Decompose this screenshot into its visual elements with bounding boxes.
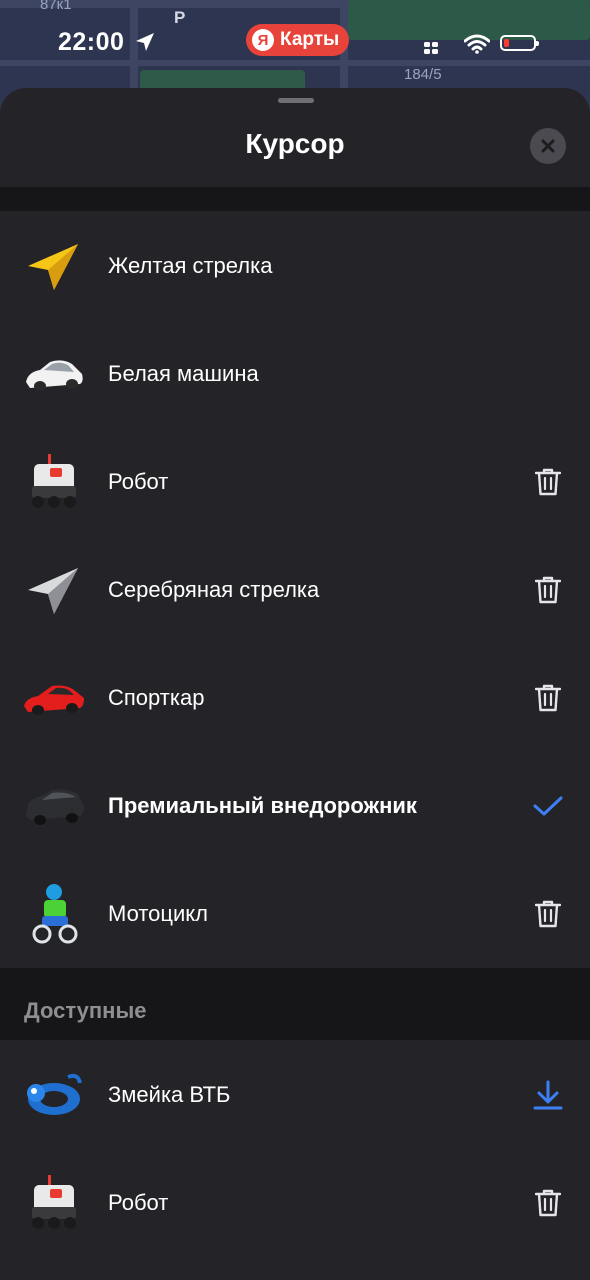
yandex-maps-badge-label: Карты (280, 29, 340, 50)
yellow-arrow-icon (22, 234, 86, 298)
location-arrow-icon (136, 33, 154, 51)
silver-arrow-icon (22, 558, 86, 622)
checkmark-icon (533, 796, 563, 816)
trash-icon (535, 576, 561, 604)
cursor-label: Робот (108, 469, 169, 494)
list-item[interactable]: Желтая стрелка (0, 212, 590, 320)
battery-icon (500, 35, 539, 51)
delete-button[interactable] (528, 894, 568, 934)
map-parking-label: P (174, 8, 186, 27)
map-house-number-label: 184/5 (404, 66, 442, 83)
motorcycle-icon (22, 882, 86, 946)
list-item[interactable]: Белая машина (0, 320, 590, 428)
delete-button[interactable] (528, 678, 568, 718)
vtb-snake-icon (22, 1063, 86, 1127)
available-label: Робот (108, 1190, 169, 1215)
sportscar-icon (22, 666, 86, 730)
robot-icon (22, 450, 86, 514)
sheet-title: Курсор (245, 128, 345, 159)
wifi-icon (464, 34, 490, 54)
list-item[interactable]: Мотоцикл (0, 860, 590, 968)
robot-icon (22, 1171, 86, 1235)
download-icon (533, 1080, 563, 1110)
map-house-label: 87к1 (40, 0, 72, 13)
premium-suv-icon (22, 774, 86, 838)
section-divider (0, 187, 590, 211)
trash-icon (535, 1189, 561, 1217)
available-label: Змейка ВТБ (108, 1082, 231, 1107)
available-section-header: Доступные (24, 998, 147, 1023)
yandex-logo-icon: Я (252, 29, 274, 51)
white-car-icon (22, 342, 86, 406)
available-list: Змейка ВТБ Робот (0, 1041, 590, 1257)
list-item[interactable]: Серебряная стрелка (0, 536, 590, 644)
cellular-signal-icon (424, 42, 438, 54)
list-item[interactable]: Премиальный внедорожник (0, 752, 590, 860)
delete-button[interactable] (528, 1183, 568, 1223)
trash-icon (535, 900, 561, 928)
yandex-maps-badge[interactable]: Я Карты (246, 24, 350, 56)
cursor-label: Серебряная стрелка (108, 577, 320, 602)
close-icon (541, 139, 555, 153)
selected-checkmark (528, 786, 568, 826)
trash-icon (535, 468, 561, 496)
cursor-label: Спорткар (108, 685, 205, 710)
cursor-label: Премиальный внедорожник (108, 793, 417, 818)
sheet-grabber[interactable] (278, 98, 314, 103)
list-item[interactable]: Змейка ВТБ (0, 1041, 590, 1149)
list-item[interactable]: Спорткар (0, 644, 590, 752)
cursor-sheet: Курсор Желтая стрелка Белая машина Робот… (0, 88, 590, 1280)
cursor-label: Белая машина (108, 361, 259, 386)
status-time: 22:00 (58, 28, 125, 56)
cursor-label: Мотоцикл (108, 901, 208, 926)
cursor-label: Желтая стрелка (108, 253, 273, 278)
close-button[interactable] (530, 128, 566, 164)
cursor-list: Желтая стрелка Белая машина Робот Серебр… (0, 212, 590, 968)
list-item[interactable]: Робот (0, 428, 590, 536)
trash-icon (535, 684, 561, 712)
delete-button[interactable] (528, 462, 568, 502)
list-item[interactable]: Робот (0, 1149, 590, 1257)
download-button[interactable] (528, 1075, 568, 1115)
delete-button[interactable] (528, 570, 568, 610)
